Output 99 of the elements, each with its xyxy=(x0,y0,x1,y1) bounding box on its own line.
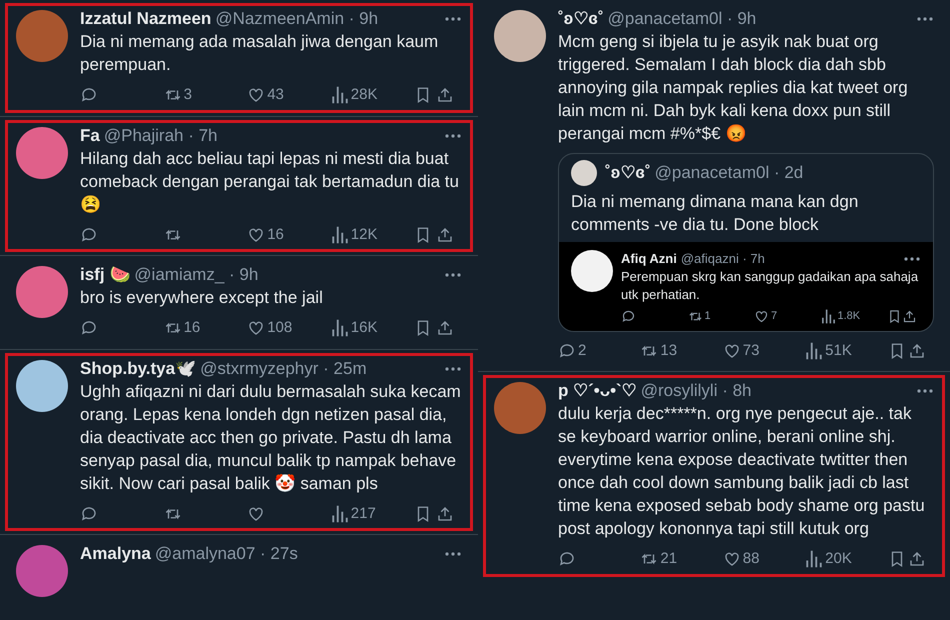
share-icon xyxy=(436,319,454,338)
retweets-button[interactable]: 16 xyxy=(164,317,244,340)
share-button[interactable] xyxy=(436,86,454,104)
avatar-photo-placeholder xyxy=(494,10,546,62)
more-icon[interactable] xyxy=(444,366,462,372)
heart-icon xyxy=(754,308,769,324)
share-icon xyxy=(436,504,454,523)
retweets-button[interactable]: 21 xyxy=(640,548,720,570)
retweets-button[interactable]: 3 xyxy=(164,84,244,106)
reply-icon xyxy=(80,86,98,104)
views-button[interactable]: 12K xyxy=(330,224,411,246)
reply-icon xyxy=(80,226,98,244)
reply-icon xyxy=(80,319,98,338)
views-button[interactable]: 16K xyxy=(330,317,411,340)
likes-button[interactable]: 88 xyxy=(722,548,803,570)
heart-icon xyxy=(247,226,266,244)
share-button[interactable] xyxy=(436,226,454,244)
share-button[interactable] xyxy=(436,319,454,338)
user-name: isfj 🍉 xyxy=(80,264,130,286)
handle-and-time: @afiqazni · 7h xyxy=(680,250,765,268)
bar-chart-icon xyxy=(805,550,824,568)
bar-chart-icon xyxy=(330,226,349,244)
user-name: Amalyna xyxy=(80,543,151,565)
likes-button[interactable]: 73 xyxy=(722,340,803,362)
share-icon xyxy=(908,342,926,360)
heart-icon xyxy=(247,319,266,338)
avatar-photo-placeholder xyxy=(494,382,546,434)
share-icon xyxy=(436,226,454,244)
bookmark-button[interactable] xyxy=(887,308,902,324)
more-icon[interactable] xyxy=(903,256,921,262)
handle-and-time: @Phajirah · 7h xyxy=(104,124,218,146)
likes-button[interactable]: 43 xyxy=(247,84,328,106)
heart-icon xyxy=(722,550,741,568)
heart-icon xyxy=(247,86,266,104)
user-name: ˚ʚ♡ɞ˚ xyxy=(558,8,604,30)
likes-button[interactable]: 7 xyxy=(754,308,820,324)
handle-and-time: @iamiamz_ · 9h xyxy=(134,264,258,286)
tweet-text: Mcm geng si ibjela tu je asyik nak buat org triggered. Semalam I dah block dia dah sbb annoying gila nampak replies dia kat tweet org lain mcm ni. Dah byk kali kena doxx pun still perangai mcm #%*$€ 😡 xyxy=(558,31,909,145)
views-button[interactable]: 28K xyxy=(330,84,411,106)
reply-icon xyxy=(558,342,576,360)
reply-button[interactable]: 2 xyxy=(558,340,638,362)
reply-icon xyxy=(80,504,98,523)
share-button[interactable] xyxy=(436,504,454,523)
bar-chart-icon xyxy=(805,342,824,360)
likes-button[interactable]: 108 xyxy=(247,317,328,340)
tweet-text: Hilang dah acc beliau tapi lepas ni mesti dia buat comeback dengan perangai tak bertamadun dia tu 😫 xyxy=(80,148,460,216)
avatar-photo-placeholder xyxy=(16,545,68,597)
quoted-tweet-text: Dia ni memang dimana mana kan dgn comments -ve dia tu. Done block xyxy=(571,191,860,236)
tweet-text: Dia ni memang ada masalah jiwa dengan kaum perempuan. xyxy=(80,31,440,76)
retweets-button[interactable]: 1 xyxy=(688,308,754,324)
likes-button[interactable]: 16 xyxy=(247,224,328,246)
share-button[interactable] xyxy=(908,342,926,360)
bar-chart-icon xyxy=(330,86,349,104)
handle-and-time: @rosylilyli · 8h xyxy=(640,380,752,402)
user-name: Fa xyxy=(80,124,100,146)
avatar-photo-placeholder xyxy=(571,250,613,292)
share-icon xyxy=(436,86,454,104)
more-icon[interactable] xyxy=(916,388,934,394)
handle-and-time: @stxrmyzephyr · 25m xyxy=(200,358,367,380)
more-icon[interactable] xyxy=(444,551,462,557)
more-icon[interactable] xyxy=(444,16,462,22)
views-button[interactable]: 20K xyxy=(805,548,886,570)
share-icon xyxy=(908,550,926,568)
reply-icon xyxy=(621,308,636,324)
avatar-photo-placeholder xyxy=(16,126,68,178)
handle-and-time: @amalyna07 · 27s xyxy=(154,543,298,565)
avatar-photo-placeholder xyxy=(16,360,68,412)
bar-chart-icon xyxy=(330,504,349,523)
views-button[interactable]: 51K xyxy=(805,340,886,362)
user-name: Shop.by.tya🕊 xyxy=(80,358,196,380)
avatar-photo-placeholder xyxy=(16,266,68,318)
more-icon[interactable] xyxy=(444,132,462,138)
share-button[interactable] xyxy=(902,308,917,324)
handle-and-time: @panacetam0l · 9h xyxy=(608,8,756,30)
heart-icon xyxy=(722,342,741,360)
tweet-text: dulu kerja dec*****n. org nye pengecut aje.. tak se keyboard warrior online, berani online shj. everytime kena expose deactivate twtitter then once dah cool down sambung balik jadi cb last time kena exposed sebab body shame org pastu post apology kononnya tapi still kutuk org xyxy=(558,403,926,540)
tweet-text: Ughh afiqazni ni dari dulu bermasalah suka kecam orang. Lepas kena londeh dgn netizen pasal dia, dia deactivate acc then go private. Pastu dh lama senyap pasal dia, muncul balik tp nampak behave sikit. Now cari pasal balik 🤡 saman pls xyxy=(80,380,462,494)
share-icon xyxy=(902,308,917,324)
avatar-photo-placeholder xyxy=(16,10,68,62)
bar-chart-icon xyxy=(330,319,349,338)
handle-and-time: @NazmeenAmin · 9h xyxy=(215,8,378,30)
embedded-tweet-text: Perempuan skrg kan sanggup gadaikan apa sahaja utk perhatian. xyxy=(621,268,920,304)
handle-and-time: @panacetam0l · 2d xyxy=(654,162,804,184)
user-name: ˚ʚ♡ɞ˚ xyxy=(605,162,651,184)
views-button[interactable]: 1.8K xyxy=(820,308,887,324)
user-name: Afiq Azni xyxy=(621,250,677,268)
more-icon[interactable] xyxy=(916,16,934,22)
avatar-photo-placeholder xyxy=(571,160,597,186)
share-button[interactable] xyxy=(908,550,926,568)
tweet-text: bro is everywhere except the jail xyxy=(80,287,324,309)
reply-icon xyxy=(558,550,576,568)
heart-icon xyxy=(247,504,266,523)
bookmark-icon xyxy=(887,308,902,324)
bar-chart-icon xyxy=(820,308,836,324)
user-name: Izzatul Nazmeen xyxy=(80,8,212,30)
user-name: p ♡´•ᴗ•`♡ xyxy=(558,380,637,402)
views-button[interactable]: 217 xyxy=(330,502,411,525)
retweets-button[interactable]: 13 xyxy=(640,340,720,362)
more-icon[interactable] xyxy=(444,272,462,278)
